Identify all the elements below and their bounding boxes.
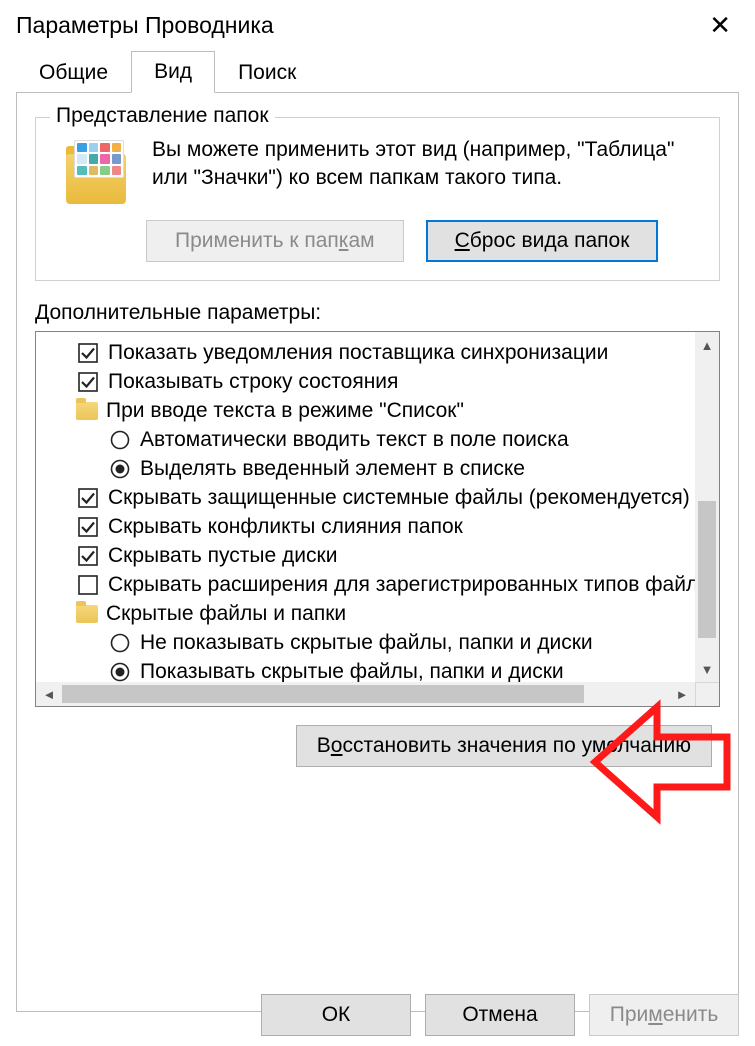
tree-row[interactable]: Показывать скрытые файлы, папки и диски [40,657,691,682]
reset-folders-button[interactable]: Сброс вида папок [426,220,659,262]
scroll-corner [695,682,719,706]
tree-row[interactable]: Не показывать скрытые файлы, папки и дис… [40,628,691,657]
checkbox-icon[interactable] [76,544,100,568]
tree-row[interactable]: Автоматически вводить текст в поле поиск… [40,425,691,454]
checkbox-icon[interactable] [76,515,100,539]
radio-icon[interactable] [108,428,132,452]
horizontal-scrollbar[interactable]: ◄ ► [36,682,695,706]
close-button[interactable]: ✕ [699,8,741,42]
checkbox-icon[interactable] [76,341,100,365]
tree-row-label: Автоматически вводить текст в поле поиск… [140,428,569,452]
checkbox-icon[interactable] [76,370,100,394]
tree-row: Скрытые файлы и папки [40,599,691,628]
tree-row-label: Показывать строку состояния [108,370,398,394]
advanced-settings-label: Дополнительные параметры: [35,301,720,325]
radio-icon[interactable] [108,631,132,655]
checkbox-icon[interactable] [76,486,100,510]
folder-views-description: Вы можете применить этот вид (например, … [152,136,701,193]
tree-row[interactable]: Скрывать защищенные системные файлы (рек… [40,483,691,512]
scroll-down-icon[interactable]: ▼ [695,656,719,682]
titlebar: Параметры Проводника ✕ [0,0,755,50]
restore-defaults-button[interactable]: Восстановить значения по умолчанию [296,725,712,767]
tree-row: При вводе текста в режиме "Список" [40,396,691,425]
scroll-up-icon[interactable]: ▲ [695,332,719,358]
folder-icon [60,140,136,204]
tree-row[interactable]: Скрывать расширения для зарегистрированн… [40,570,691,599]
scroll-left-icon[interactable]: ◄ [36,682,62,706]
advanced-settings-list: Показать уведомления поставщика синхрони… [35,331,720,707]
tab-general[interactable]: Общие [16,52,131,93]
tree-row-label: Скрывать пустые диски [108,544,337,568]
tree-row[interactable]: Показать уведомления поставщика синхрони… [40,338,691,367]
radio-icon[interactable] [108,457,132,481]
tree-row-label: Выделять введенный элемент в списке [140,457,525,481]
tree-row-label: Скрывать защищенные системные файлы (рек… [108,486,690,510]
scroll-thumb-vertical[interactable] [698,501,716,638]
folder-icon [76,402,98,420]
dialog-footer: ОК Отмена Применить [261,994,739,1036]
apply-to-folders-button: Применить к папкам [146,220,404,262]
tree-row-label: Скрывать конфликты слияния папок [108,515,463,539]
tab-search[interactable]: Поиск [215,52,319,93]
folder-icon [76,605,98,623]
tab-view[interactable]: Вид [131,51,215,93]
tree-row-label: Показать уведомления поставщика синхрони… [108,341,608,365]
folder-views-groupbox: Представление папок Вы можете применить … [35,117,720,281]
tree-row-label: Показывать скрытые файлы, папки и диски [140,660,564,683]
tree-row[interactable]: Показывать строку состояния [40,367,691,396]
tree-row-label: При вводе текста в режиме "Список" [106,399,464,423]
checkbox-icon[interactable] [76,573,100,597]
window-title: Параметры Проводника [16,12,274,39]
tree-row-label: Скрывать расширения для зарегистрированн… [108,573,695,597]
scroll-thumb-horizontal[interactable] [62,685,584,703]
ok-button[interactable]: ОК [261,994,411,1036]
tree-row-label: Не показывать скрытые файлы, папки и дис… [140,631,593,655]
cancel-button[interactable]: Отмена [425,994,575,1036]
scroll-right-icon[interactable]: ► [669,682,695,706]
tab-strip: Общие Вид Поиск [0,50,755,92]
view-tab-panel: Представление папок Вы можете применить … [16,92,739,1012]
radio-icon[interactable] [108,660,132,683]
folder-views-legend: Представление папок [50,104,275,128]
tree-row[interactable]: Выделять введенный элемент в списке [40,454,691,483]
vertical-scrollbar[interactable]: ▲ ▼ [695,332,719,682]
tree-row-label: Скрытые файлы и папки [106,602,346,626]
tree-row[interactable]: Скрывать конфликты слияния папок [40,512,691,541]
tree-row[interactable]: Скрывать пустые диски [40,541,691,570]
apply-button: Применить [589,994,739,1036]
